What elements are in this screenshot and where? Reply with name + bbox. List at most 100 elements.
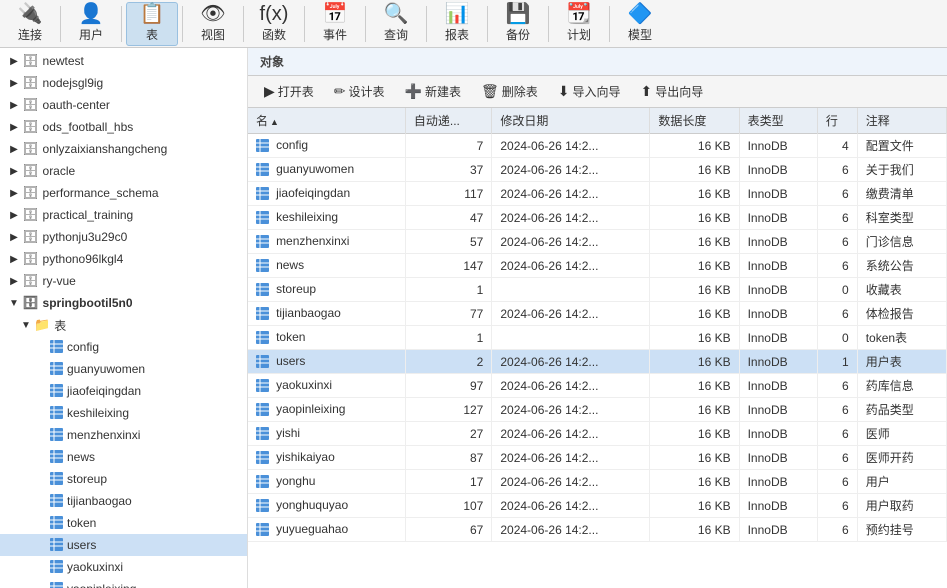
table-row[interactable]: yonghu172024-06-26 14:2...16 KBInnoDB6用户 [248,470,947,494]
toolbar-item-plan[interactable]: 📆计划 [553,2,605,46]
cell-6: token表 [857,326,946,350]
table-row[interactable]: yaopinleixing1272024-06-26 14:2...16 KBI… [248,398,947,422]
sidebar-item-users[interactable]: users [0,534,247,556]
table-row[interactable]: yuyueguahao672024-06-26 14:2...16 KBInno… [248,518,947,542]
toolbar-item-table[interactable]: 📋表 [126,2,178,46]
table-row[interactable]: yishikaiyao872024-06-26 14:2...16 KBInno… [248,446,947,470]
sidebar-item-yaopinleixing[interactable]: yaopinleixing [0,578,247,588]
table-row[interactable]: tijianbaogao772024-06-26 14:2...16 KBInn… [248,302,947,326]
table-row[interactable]: news1472024-06-26 14:2...16 KBInnoDB6系统公… [248,254,947,278]
sidebar-item-pythono96lkgl4[interactable]: ▶🗄pythono96lkgl4 [0,248,247,270]
table-row[interactable]: token116 KBInnoDB0token表 [248,326,947,350]
toolbar-separator [487,6,488,42]
sidebar-item-practical_training[interactable]: ▶🗄practical_training [0,204,247,226]
sidebar-item-nodejsgl9ig[interactable]: ▶🗄nodejsgl9ig [0,72,247,94]
sidebar-item-token[interactable]: token [0,512,247,534]
database-icon: 🗄 [22,185,39,201]
table-row[interactable]: storeup116 KBInnoDB0收藏表 [248,278,947,302]
toolbar-separator [121,6,122,42]
export-wizard-button[interactable]: ⬆导出向导 [633,80,712,103]
main-area: ▶🗄newtest▶🗄nodejsgl9ig▶🗄oauth-center▶🗄od… [0,48,947,588]
sidebar-item-config[interactable]: config [0,336,247,358]
cell-0: token [248,326,405,350]
sidebar-item-pythonju3u29c0[interactable]: ▶🗄pythonju3u29c0 [0,226,247,248]
table-row[interactable]: yaokuxinxi972024-06-26 14:2...16 KBInnoD… [248,374,947,398]
toolbar-item-connect[interactable]: 🔌连接 [4,2,56,46]
cell-5: 1 [817,350,857,374]
col-header-0[interactable]: 名▲ [248,108,405,134]
table-row[interactable]: config72024-06-26 14:2...16 KBInnoDB4配置文… [248,134,947,158]
toolbar-item-backup[interactable]: 💾备份 [492,2,544,46]
delete-table-button[interactable]: 🗑删除表 [473,80,546,103]
toolbar-item-query[interactable]: 🔍查询 [370,2,422,46]
cell-6: 缴费清单 [857,182,946,206]
sidebar-item-jiaofeiqingdan[interactable]: jiaofeiqingdan [0,380,247,402]
sidebar: ▶🗄newtest▶🗄nodejsgl9ig▶🗄oauth-center▶🗄od… [0,48,248,588]
sidebar-item-oauth-center[interactable]: ▶🗄oauth-center [0,94,247,116]
sidebar-item-label: keshileixing [67,406,129,420]
toolbar-item-view[interactable]: 👁视图 [187,2,239,46]
table-row[interactable]: keshileixing472024-06-26 14:2...16 KBInn… [248,206,947,230]
toolbar-item-report[interactable]: 📊报表 [431,2,483,46]
sidebar-item-onlyzaixianshangcheng[interactable]: ▶🗄onlyzaixianshangcheng [0,138,247,160]
sidebar-item-yaokuxinxi[interactable]: yaokuxinxi [0,556,247,578]
cell-2: 2024-06-26 14:2... [492,422,650,446]
sidebar-item-menzhenxinxi[interactable]: menzhenxinxi [0,424,247,446]
function-icon: f(x) [260,4,289,24]
sidebar-item-label: guanyuwomen [67,362,145,376]
cell-2: 2024-06-26 14:2... [492,470,650,494]
col-header-5[interactable]: 行 [817,108,857,134]
toolbar-item-model[interactable]: 🔷模型 [614,2,666,46]
toolbar-item-event[interactable]: 📅事件 [309,2,361,46]
table-row[interactable]: yonghuquyao1072024-06-26 14:2...16 KBInn… [248,494,947,518]
database-icon: 🗄 [22,53,39,69]
cell-3: 16 KB [650,470,739,494]
sidebar-item-storeup[interactable]: storeup [0,468,247,490]
cell-4: InnoDB [739,278,817,302]
sidebar-item-oracle[interactable]: ▶🗄oracle [0,160,247,182]
sidebar-item-label: menzhenxinxi [67,428,140,442]
sidebar-item-表[interactable]: ▼📁表 [0,314,247,336]
table-row[interactable]: yishi272024-06-26 14:2...16 KBInnoDB6医师 [248,422,947,446]
database-icon: 🗄 [22,207,39,223]
toolbar-item-function[interactable]: f(x)函数 [248,2,300,46]
design-table-button[interactable]: ✏设计表 [326,80,393,103]
cell-1: 127 [405,398,492,422]
cell-3: 16 KB [650,206,739,230]
sidebar-item-tijianbaogao[interactable]: tijianbaogao [0,490,247,512]
cell-0: news [248,254,405,278]
col-header-3[interactable]: 数据长度 [650,108,739,134]
cell-1: 77 [405,302,492,326]
sidebar-item-springbootil5n0[interactable]: ▼🗄springbootil5n0 [0,292,247,314]
sidebar-item-news[interactable]: news [0,446,247,468]
col-header-label: 自动递... [414,114,460,128]
table-row[interactable]: users22024-06-26 14:2...16 KBInnoDB1用户表 [248,350,947,374]
col-header-4[interactable]: 表类型 [739,108,817,134]
sidebar-item-guanyuwomen[interactable]: guanyuwomen [0,358,247,380]
open-table-button[interactable]: ▶打开表 [256,80,322,103]
import-wizard-button[interactable]: ⬇导入向导 [550,80,629,103]
col-header-6[interactable]: 注释 [857,108,946,134]
new-table-button[interactable]: ➕新建表 [397,80,469,103]
sidebar-item-ods_football_hbs[interactable]: ▶🗄ods_football_hbs [0,116,247,138]
sidebar-item-performance_schema[interactable]: ▶🗄performance_schema [0,182,247,204]
toolbar-item-user[interactable]: 👤用户 [65,2,117,46]
table-row[interactable]: guanyuwomen372024-06-26 14:2...16 KBInno… [248,158,947,182]
sidebar-item-newtest[interactable]: ▶🗄newtest [0,50,247,72]
col-header-2[interactable]: 修改日期 [492,108,650,134]
expand-arrow: ▼ [20,320,32,331]
expand-arrow: ▶ [8,78,20,89]
cell-1: 27 [405,422,492,446]
table-row[interactable]: menzhenxinxi572024-06-26 14:2...16 KBInn… [248,230,947,254]
row-table-icon [256,332,272,344]
expand-arrow: ▶ [8,100,20,111]
folder-icon: 📁 [34,317,50,333]
sidebar-item-ry-vue[interactable]: ▶🗄ry-vue [0,270,247,292]
col-header-1[interactable]: 自动递... [405,108,492,134]
sidebar-item-keshileixing[interactable]: keshileixing [0,402,247,424]
expand-arrow: ▶ [8,254,20,265]
delete-table-icon: 🗑 [481,83,499,100]
sidebar-item-label: yaokuxinxi [67,560,123,574]
cell-1: 1 [405,278,492,302]
table-row[interactable]: jiaofeiqingdan1172024-06-26 14:2...16 KB… [248,182,947,206]
